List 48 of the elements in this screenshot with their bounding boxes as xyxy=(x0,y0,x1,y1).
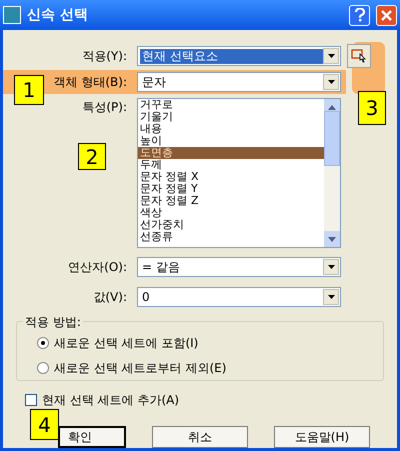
list-item[interactable]: 선종류 xyxy=(138,231,324,243)
window-title: 신속 선택 xyxy=(27,6,89,24)
field-label: 값(V): xyxy=(93,289,127,306)
properties-list[interactable]: 거꾸로 기울기 내용 높이 도면층 두께 문자 정렬 X 문자 정렬 Y 문자 정렬 Z 색상 선가중치 선종류 xyxy=(137,98,341,248)
number-callout: 1 xyxy=(14,75,44,105)
list-item[interactable]: 문자 정렬 X xyxy=(138,171,324,183)
close-icon[interactable] xyxy=(376,4,397,26)
help-icon[interactable] xyxy=(349,4,370,26)
object-type-dropdown[interactable]: 문자 xyxy=(137,72,341,92)
field-label: 객체 형태(B): xyxy=(54,74,127,91)
list-item[interactable]: 색상 xyxy=(138,207,324,219)
value-dropdown[interactable]: 0 xyxy=(137,287,341,307)
radio-option[interactable]: 새로운 선택 세트로부터 제외(E) xyxy=(37,359,383,377)
list-item[interactable]: 두께 xyxy=(138,159,324,171)
combo-value: 현재 선택요소 xyxy=(140,48,323,64)
combo-value: 문자 xyxy=(141,74,167,90)
scroll-thumb[interactable] xyxy=(324,110,340,166)
pick-cursor-icon xyxy=(351,49,367,63)
combo-value: 0 xyxy=(141,290,151,304)
number-callout: 4 xyxy=(30,409,59,440)
field-label: 연산자(O): xyxy=(68,259,127,276)
append-checkbox-option[interactable]: 현재 선택 세트에 추가(A) xyxy=(25,391,397,409)
list-item[interactable]: 거꾸로 xyxy=(138,99,324,111)
field-label: 특성(P): xyxy=(82,99,127,116)
select-objects-button[interactable] xyxy=(347,44,371,68)
scroll-down-icon[interactable] xyxy=(324,231,340,247)
list-item[interactable]: 문자 정렬 Y xyxy=(138,183,324,195)
combo-value: = 같음 xyxy=(141,260,181,274)
radio-button[interactable] xyxy=(37,362,49,374)
apply-to-dropdown[interactable]: 현재 선택요소 xyxy=(137,46,341,66)
checkbox[interactable] xyxy=(25,394,37,406)
number-callout: 2 xyxy=(78,143,106,170)
dialog-button[interactable]: 도움말(H) xyxy=(274,426,370,448)
list-item[interactable]: 높이 xyxy=(138,135,324,147)
scrollbar[interactable] xyxy=(324,99,340,247)
radio-button[interactable] xyxy=(37,337,49,349)
list-item[interactable]: 기울기 xyxy=(138,111,324,123)
list-item[interactable]: 내용 xyxy=(138,123,324,135)
list-item[interactable]: 문자 정렬 Z xyxy=(138,195,324,207)
radio-option[interactable]: 새로운 선택 세트에 포함(I) xyxy=(37,334,383,352)
list-item[interactable]: 도면층 xyxy=(138,147,324,159)
field-label: 적용(Y): xyxy=(82,48,127,65)
operator-dropdown[interactable]: = 같음 xyxy=(137,257,341,277)
list-item[interactable]: 선가중치 xyxy=(138,219,324,231)
app-icon xyxy=(3,6,21,24)
number-callout: 3 xyxy=(358,91,386,125)
dialog-button[interactable]: 취소 xyxy=(152,426,248,448)
dialog-button[interactable]: 확인 xyxy=(58,426,126,448)
